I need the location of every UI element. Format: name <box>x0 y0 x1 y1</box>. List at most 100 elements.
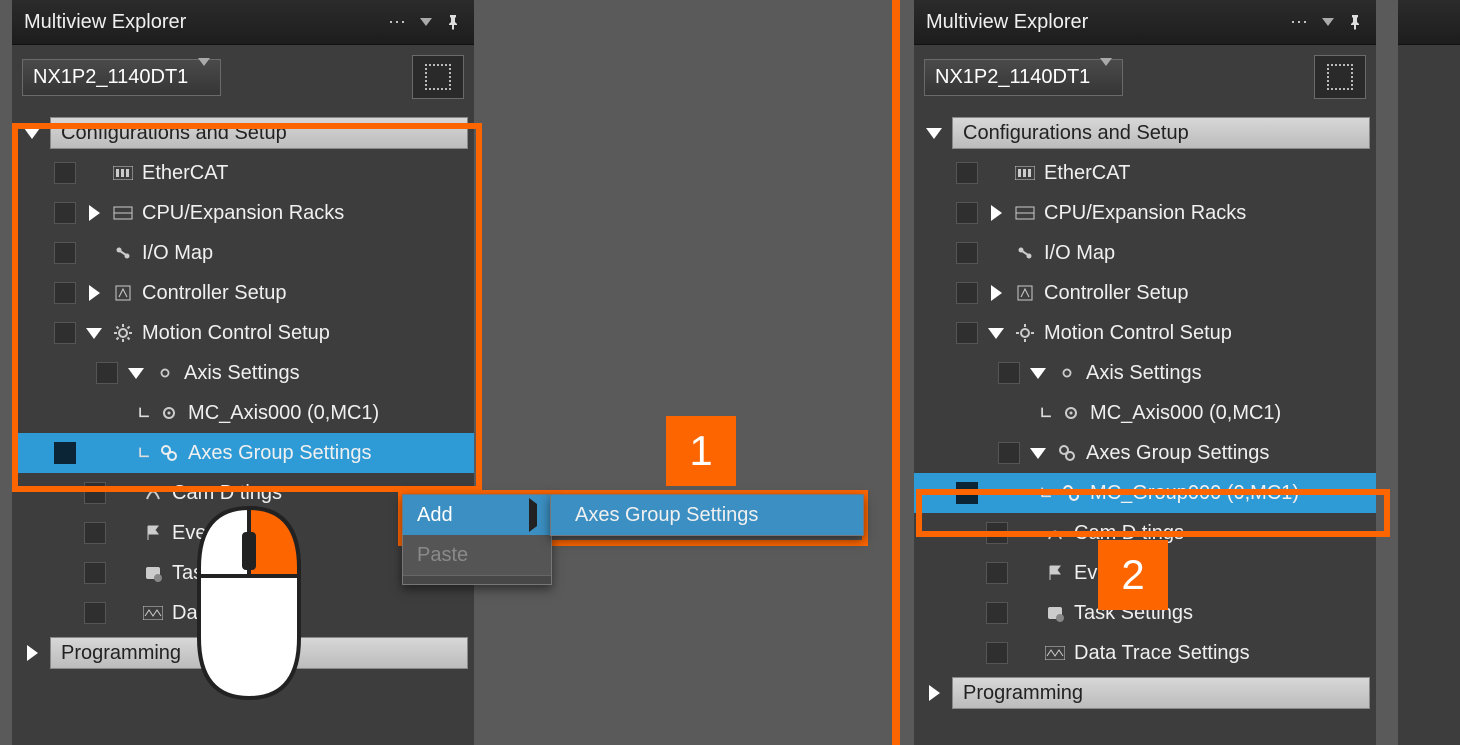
checkbox[interactable] <box>956 162 978 184</box>
panel-titlebar: Multiview Explorer ⋯ <box>12 0 474 45</box>
cat-prog[interactable]: Programming <box>914 673 1376 713</box>
chevron-down-icon <box>198 66 210 89</box>
expand-icon[interactable] <box>986 328 1006 339</box>
item-axis-settings[interactable]: Axis Settings <box>12 353 474 393</box>
titlebar-dropdown-icon[interactable] <box>416 12 436 32</box>
checkbox[interactable] <box>96 362 118 384</box>
checkbox[interactable] <box>956 322 978 344</box>
submenu-arrow-icon <box>529 504 537 527</box>
checkbox[interactable] <box>956 482 978 504</box>
tree-elbow: ∟ <box>1040 481 1052 505</box>
explorer-panel-right: Multiview Explorer ⋯ NX1P2_1140DT1 Confi… <box>914 0 1376 745</box>
overflow-dots[interactable]: ⋯ <box>388 12 408 33</box>
task-icon <box>142 562 164 584</box>
axes-group-icon <box>1056 442 1078 464</box>
group-icon <box>1060 482 1082 504</box>
expand-icon[interactable] <box>1028 368 1048 379</box>
checkbox[interactable] <box>84 602 106 624</box>
cam-icon <box>142 482 164 504</box>
item-ethercat[interactable]: EtherCAT <box>914 153 1376 193</box>
cat-config[interactable]: Configurations and Setup <box>914 113 1376 153</box>
checkbox[interactable] <box>84 482 106 504</box>
item-controller-setup[interactable]: Controller Setup <box>12 273 474 313</box>
expand-icon[interactable] <box>22 645 42 661</box>
item-data-trace[interactable]: Data Trace Settings <box>914 633 1376 673</box>
item-cpu[interactable]: CPU/Expansion Racks <box>914 193 1376 233</box>
expand-icon[interactable] <box>924 128 944 139</box>
checkbox[interactable] <box>54 442 76 464</box>
item-axes-group-settings[interactable]: Axes Group Settings <box>914 433 1376 473</box>
label: Axis Settings <box>1086 362 1202 385</box>
device-name: NX1P2_1140DT1 <box>935 66 1090 89</box>
axis-icon <box>1060 402 1082 424</box>
device-preview[interactable] <box>412 55 464 99</box>
expand-icon[interactable] <box>1028 448 1048 459</box>
checkbox[interactable] <box>54 162 76 184</box>
expand-icon[interactable] <box>986 205 1006 221</box>
device-select[interactable]: NX1P2_1140DT1 <box>924 59 1123 96</box>
device-row: NX1P2_1140DT1 <box>914 45 1376 109</box>
iomap-icon <box>112 242 134 264</box>
expand-icon[interactable] <box>22 128 42 139</box>
label: EtherCAT <box>142 162 228 185</box>
chevron-down-icon <box>1100 66 1112 89</box>
checkbox[interactable] <box>54 242 76 264</box>
axis-icon <box>158 402 180 424</box>
panel-titlebar: Multiview Explorer ⋯ <box>914 0 1376 45</box>
item-ethercat[interactable]: EtherCAT <box>12 153 474 193</box>
cat-config[interactable]: Configurations and Setup <box>12 113 474 153</box>
label: MC_Axis000 (0,MC1) <box>188 402 379 425</box>
label: Controller Setup <box>142 282 287 305</box>
item-controller-setup[interactable]: Controller Setup <box>914 273 1376 313</box>
label: Data Trace Settings <box>1074 642 1250 665</box>
checkbox[interactable] <box>54 202 76 224</box>
task-icon <box>1044 602 1066 624</box>
expand-icon[interactable] <box>126 368 146 379</box>
ctx-sub-axes-group[interactable]: Axes Group Settings <box>551 495 863 535</box>
item-iomap[interactable]: I/O Map <box>914 233 1376 273</box>
ctx-label: Paste <box>417 544 468 567</box>
checkbox[interactable] <box>84 562 106 584</box>
checkbox[interactable] <box>986 642 1008 664</box>
label: MC_Group000 (0,MC1) <box>1090 482 1299 505</box>
overflow-dots[interactable]: ⋯ <box>1290 12 1310 33</box>
item-motion[interactable]: Motion Control Setup <box>12 313 474 353</box>
expand-icon[interactable] <box>986 285 1006 301</box>
checkbox[interactable] <box>956 242 978 264</box>
expand-icon[interactable] <box>84 205 104 221</box>
item-motion[interactable]: Motion Control Setup <box>914 313 1376 353</box>
expand-icon[interactable] <box>84 285 104 301</box>
checkbox[interactable] <box>998 442 1020 464</box>
label: CPU/Expansion Racks <box>142 202 344 225</box>
ctx-sub-label: Axes Group Settings <box>575 504 758 527</box>
ethercat-icon <box>1014 162 1036 184</box>
checkbox[interactable] <box>54 282 76 304</box>
checkbox[interactable] <box>986 522 1008 544</box>
checkbox[interactable] <box>956 282 978 304</box>
step-badge-2: 2 <box>1098 540 1168 610</box>
item-mc-axis000[interactable]: ∟ MC_Axis000 (0,MC1) <box>914 393 1376 433</box>
ctx-item-add[interactable]: Add <box>403 495 551 535</box>
checkbox[interactable] <box>956 202 978 224</box>
expand-icon[interactable] <box>924 685 944 701</box>
checkbox[interactable] <box>54 322 76 344</box>
checkbox[interactable] <box>998 362 1020 384</box>
titlebar-dropdown-icon[interactable] <box>1318 12 1338 32</box>
ctx-label: Add <box>417 504 453 527</box>
item-axes-group-settings-selected[interactable]: ∟ Axes Group Settings <box>12 433 474 473</box>
item-axis-settings[interactable]: Axis Settings <box>914 353 1376 393</box>
device-select[interactable]: NX1P2_1140DT1 <box>22 59 221 96</box>
item-mc-group000-selected[interactable]: ∟ MC_Group000 (0,MC1) <box>914 473 1376 513</box>
expand-icon[interactable] <box>84 328 104 339</box>
item-cpu[interactable]: CPU/Expansion Racks <box>12 193 474 233</box>
device-preview[interactable] <box>1314 55 1366 99</box>
item-iomap[interactable]: I/O Map <box>12 233 474 273</box>
item-mc-axis000[interactable]: ∟ MC_Axis000 (0,MC1) <box>12 393 474 433</box>
checkbox[interactable] <box>986 602 1008 624</box>
ctx-item-paste: Paste <box>403 535 551 575</box>
checkbox[interactable] <box>986 562 1008 584</box>
pin-icon[interactable] <box>444 13 462 31</box>
label: Axis Settings <box>184 362 300 385</box>
checkbox[interactable] <box>84 522 106 544</box>
pin-icon[interactable] <box>1346 13 1364 31</box>
